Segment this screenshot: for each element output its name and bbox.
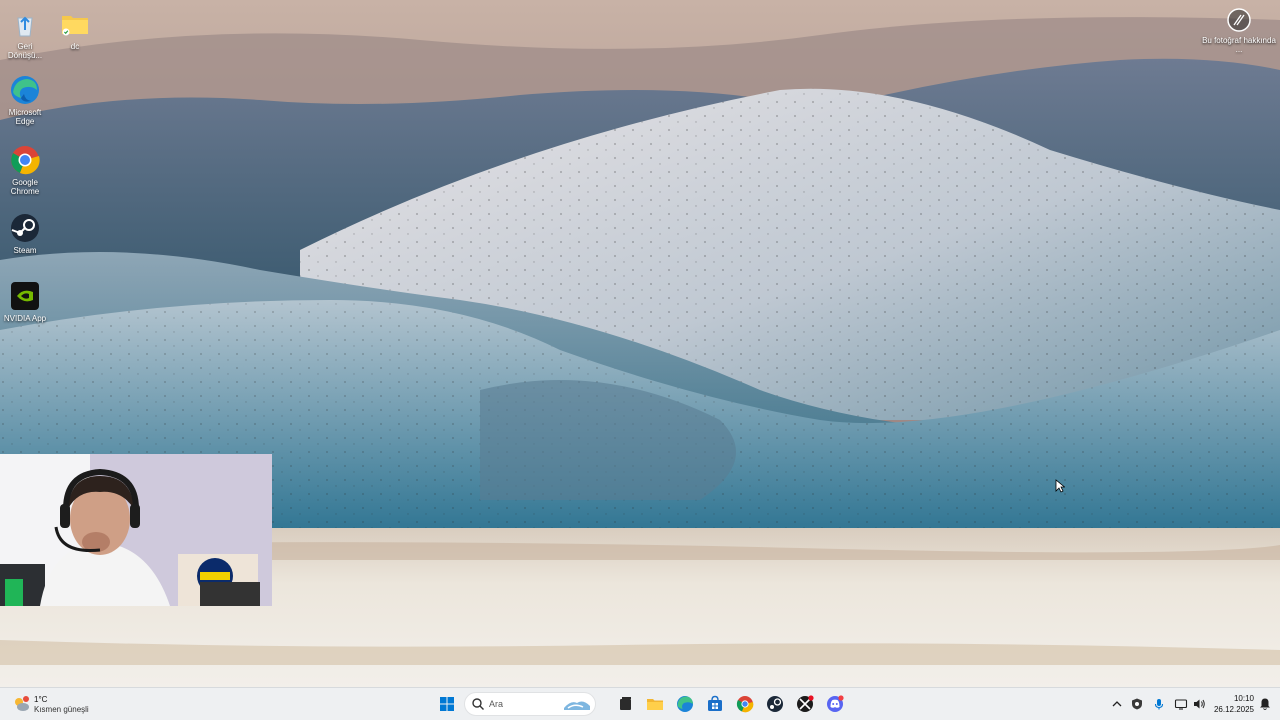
clock-date: 26.12.2025 [1213, 705, 1254, 714]
microphone-tray-button[interactable] [1152, 697, 1166, 711]
webcam-overlay [0, 454, 272, 606]
desktop-icon-edge[interactable]: Microsoft Edge [0, 74, 50, 126]
desktop-icon-steam[interactable]: Steam [0, 212, 50, 255]
security-tray-button[interactable] [1130, 697, 1144, 711]
steam-icon [767, 696, 783, 712]
folder-icon [62, 16, 88, 36]
desktop-icon-chrome[interactable]: Google Chrome [0, 144, 50, 196]
desktop-icon-label: Steam [13, 246, 37, 255]
desktop: Geri Dönüşü... dc Microsoft Edge Google … [0, 0, 1280, 720]
desktop-icon-label: dc [70, 42, 80, 51]
file-explorer-icon [647, 699, 663, 710]
edge-taskbar-button[interactable] [674, 693, 696, 715]
edge-icon [677, 696, 693, 712]
chrome-taskbar-button[interactable] [734, 693, 756, 715]
xbox-icon [797, 695, 814, 712]
xbox-taskbar-button[interactable] [794, 693, 816, 715]
desktop-icon-recycle-bin[interactable]: Geri Dönüşü... [0, 8, 50, 60]
chrome-icon [11, 146, 40, 175]
desktop-icon-label: NVIDIA App [3, 314, 47, 323]
discord-icon [827, 695, 844, 712]
taskbar-clock[interactable]: 10:10 26.12.2025 [1208, 693, 1254, 715]
nvidia-icon [11, 282, 39, 310]
shield-icon [1132, 698, 1142, 710]
speaker-icon [1194, 699, 1205, 709]
network-tray-button[interactable] [1174, 697, 1188, 711]
windows-start-icon [440, 697, 454, 711]
desktop-icon-label: Google Chrome [10, 178, 40, 196]
taskbar: 1°C Kısmen güneşli Ara 10:10 26.12.2025 [0, 687, 1280, 720]
task-view-icon [620, 697, 631, 710]
search-highlight-icon [564, 701, 590, 710]
start-button[interactable] [436, 693, 458, 715]
volume-tray-button[interactable] [1192, 697, 1206, 711]
task-view-button[interactable] [614, 693, 636, 715]
about-photo-label: Bu fotoğraf hakkında ... [1202, 36, 1276, 54]
search-placeholder: Ara [489, 699, 504, 709]
microsoft-store-button[interactable] [704, 693, 726, 715]
weather-condition: Kısmen güneşli [34, 705, 89, 714]
clock-time: 10:10 [1233, 694, 1254, 703]
weather-temperature: 1°C [34, 695, 48, 704]
desktop-icon-label: Geri Dönüşü... [7, 42, 43, 60]
steam-taskbar-button[interactable] [764, 693, 786, 715]
steam-icon [11, 214, 39, 242]
notification-bell-icon[interactable] [1258, 697, 1272, 711]
microphone-icon [1154, 699, 1164, 710]
desktop-icon-nvidia[interactable]: NVIDIA App [0, 280, 50, 323]
chrome-icon [736, 696, 754, 713]
desktop-icon-label: Microsoft Edge [8, 108, 42, 126]
about-photo-widget[interactable]: Bu fotoğraf hakkında ... [1198, 8, 1280, 54]
desktop-icon-folder[interactable]: dc [50, 8, 100, 51]
weather-widget[interactable]: 1°C Kısmen güneşli [10, 692, 110, 716]
camera-info-icon [1227, 8, 1251, 32]
partly-sunny-icon [15, 696, 29, 711]
desktop-icon-grid: Geri Dönüşü... dc Microsoft Edge Google … [0, 0, 110, 330]
file-explorer-button[interactable] [644, 693, 666, 715]
microsoft-store-icon [708, 695, 722, 711]
recycle-bin-icon [17, 16, 33, 37]
taskbar-search-box[interactable]: Ara [464, 692, 596, 716]
show-hidden-icons-button[interactable] [1110, 697, 1124, 711]
taskbar-center: Ara [436, 691, 856, 717]
network-icon [1174, 699, 1188, 710]
system-tray: 10:10 26.12.2025 [1100, 688, 1280, 720]
discord-taskbar-button[interactable] [824, 693, 846, 715]
chevron-up-icon [1112, 701, 1122, 707]
search-icon [472, 698, 484, 710]
edge-icon [11, 76, 39, 104]
mouse-cursor-icon [1055, 479, 1065, 493]
